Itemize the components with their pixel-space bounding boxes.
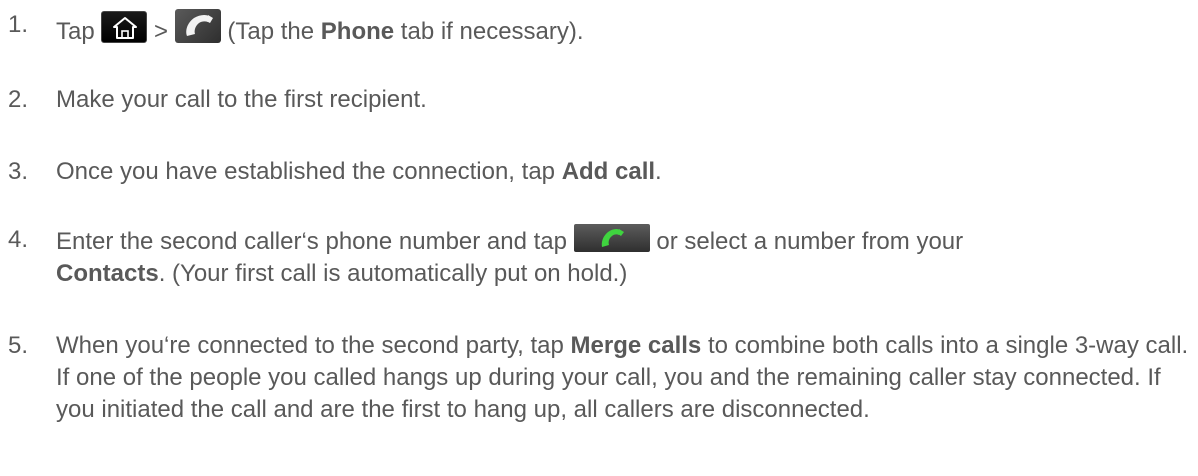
step-4: 4. Enter the second caller‘s phone numbe… <box>8 224 1190 290</box>
step-text: Make your call to the first recipient. <box>56 86 427 113</box>
step-number: 4. <box>8 226 29 253</box>
step-text: When you‘re connected to the second part… <box>56 332 1189 423</box>
step-number: 1. <box>8 11 29 38</box>
step-text: Tap > (Tap the Phone tab if necessary). <box>56 9 1190 48</box>
phone-app-icon <box>174 9 221 43</box>
home-icon <box>101 11 148 43</box>
step-2: 2. Make your call to the first recipient… <box>8 84 1190 116</box>
add-call-label: Add call <box>561 158 656 185</box>
step-text: Once you have established the connection… <box>56 158 662 185</box>
merge-calls-label: Merge calls <box>570 332 702 359</box>
phone-tab-label: Phone <box>320 18 395 45</box>
call-button-icon <box>573 224 650 252</box>
step-1: 1. Tap > (Tap the Phone tab if necessary… <box>8 9 1190 48</box>
step-number: 5. <box>8 332 29 359</box>
step-number: 2. <box>8 86 29 113</box>
step-3: 3. Once you have established the connect… <box>8 156 1190 188</box>
step-number: 3. <box>8 158 29 185</box>
step-5: 5. When you‘re connected to the second p… <box>8 330 1190 426</box>
step-text: Enter the second caller‘s phone number a… <box>56 224 1190 290</box>
instruction-steps: 1. Tap > (Tap the Phone tab if necessary… <box>0 0 1198 476</box>
contacts-label: Contacts <box>56 260 159 287</box>
